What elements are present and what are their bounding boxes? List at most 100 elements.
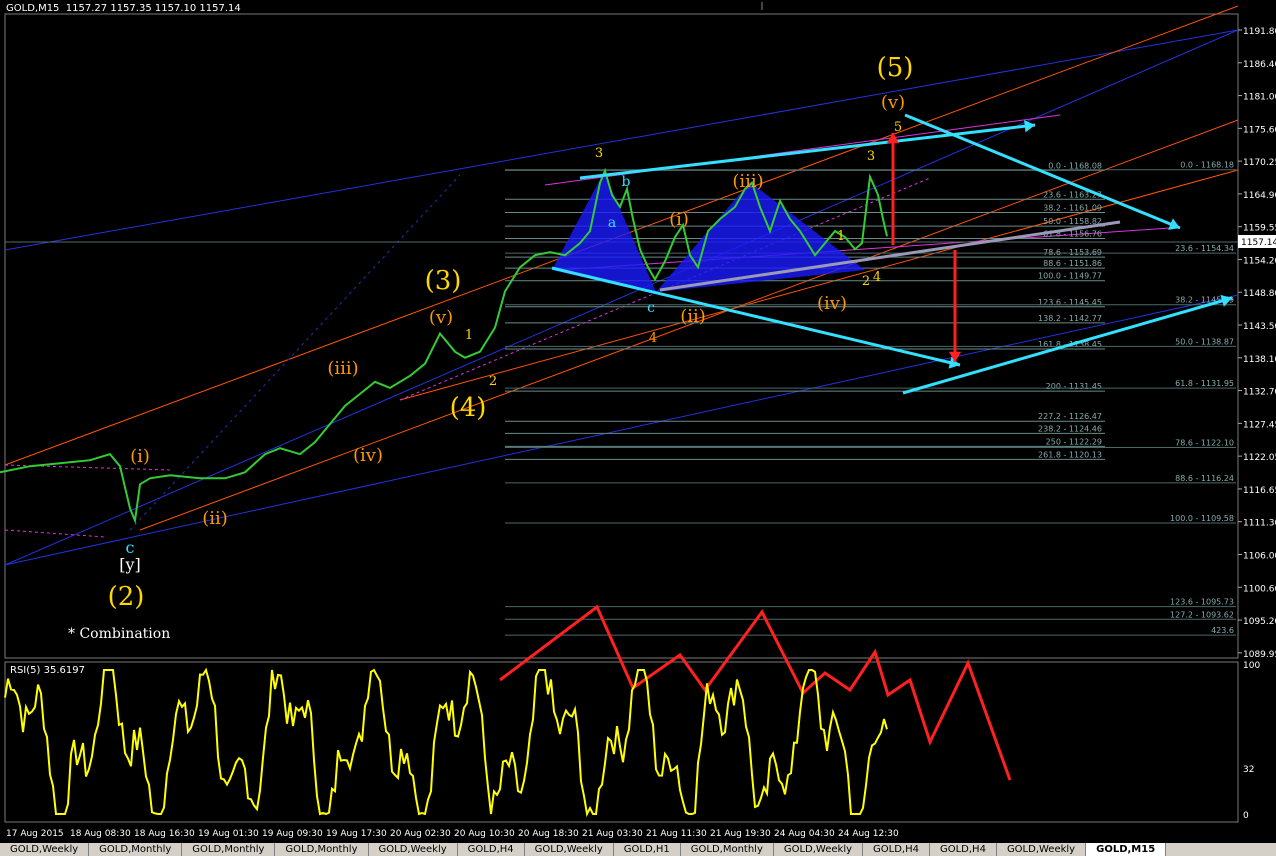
fib-right-label-10: 423.6 [1211, 626, 1234, 635]
wave-label-24: (ii) [202, 508, 228, 529]
chart-tab-0[interactable]: GOLD,Weekly [0, 843, 90, 856]
fib-left-label-14: 250 - 1122.29 [1046, 437, 1102, 446]
rsi-header: RSI(5) 35.6197 [10, 665, 85, 676]
wave-label-26: [y] [119, 555, 141, 574]
chart-tab-4[interactable]: GOLD,Weekly [369, 843, 458, 856]
chart-tab-13[interactable]: GOLD,M15 [1086, 843, 1167, 856]
time-tick-label-12: 24 Aug 04:30 [774, 829, 835, 839]
fib-left-label-8: 123.6 - 1145.45 [1038, 298, 1102, 307]
fib-right-label-7: 100.0 - 1109.58 [1170, 514, 1234, 523]
fib-right-label-8: 123.6 - 1095.73 [1170, 598, 1234, 607]
time-tick-label-4: 19 Aug 09:30 [262, 829, 323, 839]
fib-right-label-5: 78.6 - 1122.10 [1175, 439, 1234, 448]
wave-label-27: (2) [108, 582, 145, 612]
time-tick-label-11: 21 Aug 19:30 [710, 829, 771, 839]
chart-tab-7[interactable]: GOLD,H1 [614, 843, 681, 856]
chart-svg: 0.0 - 1168.0823.6 - 1163.2738.2 - 1161.0… [0, 2, 1276, 839]
magenta-dashed-line-2 [4, 529, 106, 538]
price-tick-label-17: 1100.60 [1243, 584, 1276, 594]
wave-label-3: 3 [867, 149, 875, 164]
wave-label-23: (i) [130, 446, 150, 467]
rsi-level-label-0: 100 [1243, 661, 1260, 671]
wave-label-8: (iii) [732, 171, 763, 192]
time-tick-label-2: 18 Aug 16:30 [134, 829, 195, 839]
price-tick-label-13: 1122.05 [1243, 453, 1276, 463]
price-tick-label-3: 1175.60 [1243, 125, 1276, 135]
wave-label-18: 1 [465, 328, 473, 343]
time-tick-label-6: 20 Aug 02:30 [390, 829, 451, 839]
price-tick-label-12: 1127.45 [1243, 420, 1276, 430]
chart-tab-6[interactable]: GOLD,Weekly [525, 843, 614, 856]
ohlc-label: 1157.27 1157.35 1157.10 1157.14 [65, 3, 241, 14]
orange-channel-mid-line [399, 169, 1239, 401]
wave-label-0: (5) [877, 53, 914, 83]
fib-right-label-4: 61.8 - 1131.95 [1175, 379, 1234, 388]
price-tick-label-2: 1181.00 [1243, 93, 1276, 103]
chart-tab-3[interactable]: GOLD,Monthly [275, 843, 369, 856]
current-price-label: 1157.14 [1241, 238, 1276, 248]
wave-label-5: b [622, 174, 631, 190]
rsi-line [4, 667, 888, 818]
price-tick-label-16: 1106.00 [1243, 551, 1276, 561]
wave-label-1: (v) [881, 92, 905, 113]
time-tick-label-0: 17 Aug 2015 [6, 829, 64, 839]
wave-label-20: (iii) [327, 358, 358, 379]
fib-left-label-11: 200 - 1131.45 [1046, 382, 1102, 391]
wave-label-9: (i) [669, 209, 689, 230]
fib-left-label-12: 227.2 - 1126.47 [1038, 412, 1102, 421]
time-tick-label-3: 19 Aug 01:30 [198, 829, 259, 839]
wave-label-13: 2 [862, 274, 870, 289]
rsi-level-label-2: 0 [1243, 811, 1249, 821]
wave-label-2: 5 [894, 120, 902, 135]
wave-label-19: 2 [489, 374, 497, 389]
fib-left-label-5: 78.6 - 1153.69 [1043, 248, 1102, 257]
wave-label-17: (v) [429, 307, 453, 328]
chart-tab-1[interactable]: GOLD,Monthly [89, 843, 183, 856]
wave-label-7: c [647, 300, 655, 316]
fib-left-label-9: 138.2 - 1142.77 [1038, 314, 1102, 323]
wave-label-14: 4 [873, 270, 881, 285]
cyan-arrow-lower [551, 266, 961, 367]
price-tick-label-5: 1164.90 [1243, 191, 1276, 201]
fib-left-label-7: 100.0 - 1149.77 [1038, 272, 1102, 281]
chart-tab-2[interactable]: GOLD,Monthly [182, 843, 276, 856]
fib-left-label-2: 38.2 - 1161.09 [1043, 203, 1102, 212]
chart-area[interactable]: 0.0 - 1168.08 23.6 - 1163.27 38.2 - 1161.0… [0, 0, 1276, 856]
chart-tab-5[interactable]: GOLD,H4 [458, 843, 525, 856]
chart-tab-12[interactable]: GOLD,Weekly [997, 843, 1087, 856]
fib-left-label-13: 238.2 - 1124.46 [1038, 424, 1102, 433]
rsi-panel-frame [4, 661, 1239, 823]
price-tick-label-9: 1143.50 [1243, 322, 1276, 332]
fib-right-label-0: 0.0 - 1168.18 [1180, 161, 1234, 170]
time-tick-label-9: 21 Aug 03:30 [582, 829, 643, 839]
price-tick-label-10: 1138.10 [1243, 355, 1276, 365]
price-tick-label-4: 1170.25 [1243, 158, 1276, 168]
time-tick-label-10: 21 Aug 11:30 [646, 829, 707, 839]
chart-tab-10[interactable]: GOLD,H4 [863, 843, 930, 856]
red-projection-path [499, 604, 1012, 781]
price-tick-label-1: 1186.40 [1243, 60, 1276, 70]
wave-label-6: a [608, 215, 616, 231]
chart-tab-9[interactable]: GOLD,Weekly [774, 843, 864, 856]
fib-right-label-3: 50.0 - 1138.87 [1175, 337, 1234, 346]
cyan-arrow-upper-head [1024, 120, 1035, 133]
time-tick-label-13: 24 Aug 12:30 [838, 829, 899, 839]
price-tick-label-0: 1191.80 [1243, 27, 1276, 37]
wave-label-15: 4 [649, 331, 657, 346]
symbol-label: GOLD,M15 [6, 3, 60, 14]
wave-label-22: (4) [450, 393, 487, 423]
fib-left-label-15: 261.8 - 1120.13 [1038, 450, 1102, 459]
time-tick-label-1: 18 Aug 08:30 [70, 829, 131, 839]
wave-label-21: (iv) [353, 445, 383, 466]
price-tick-label-14: 1116.65 [1243, 486, 1276, 496]
time-tick-label-7: 20 Aug 10:30 [454, 829, 515, 839]
price-tick-label-8: 1148.80 [1243, 289, 1276, 299]
chart-tab-bar: GOLD,Weekly GOLD,Monthly GOLD,Monthly GOLD,… [0, 843, 1276, 856]
price-tick-label-18: 1095.20 [1243, 617, 1276, 627]
chart-tab-8[interactable]: GOLD,Monthly [681, 843, 774, 856]
time-tick-label-8: 20 Aug 18:30 [518, 829, 579, 839]
price-tick-label-11: 1132.70 [1243, 388, 1276, 398]
fib-left-label-6: 88.6 - 1151.86 [1043, 259, 1102, 268]
chart-tab-11[interactable]: GOLD,H4 [930, 843, 997, 856]
fib-right-label-9: 127.2 - 1093.62 [1170, 610, 1234, 619]
